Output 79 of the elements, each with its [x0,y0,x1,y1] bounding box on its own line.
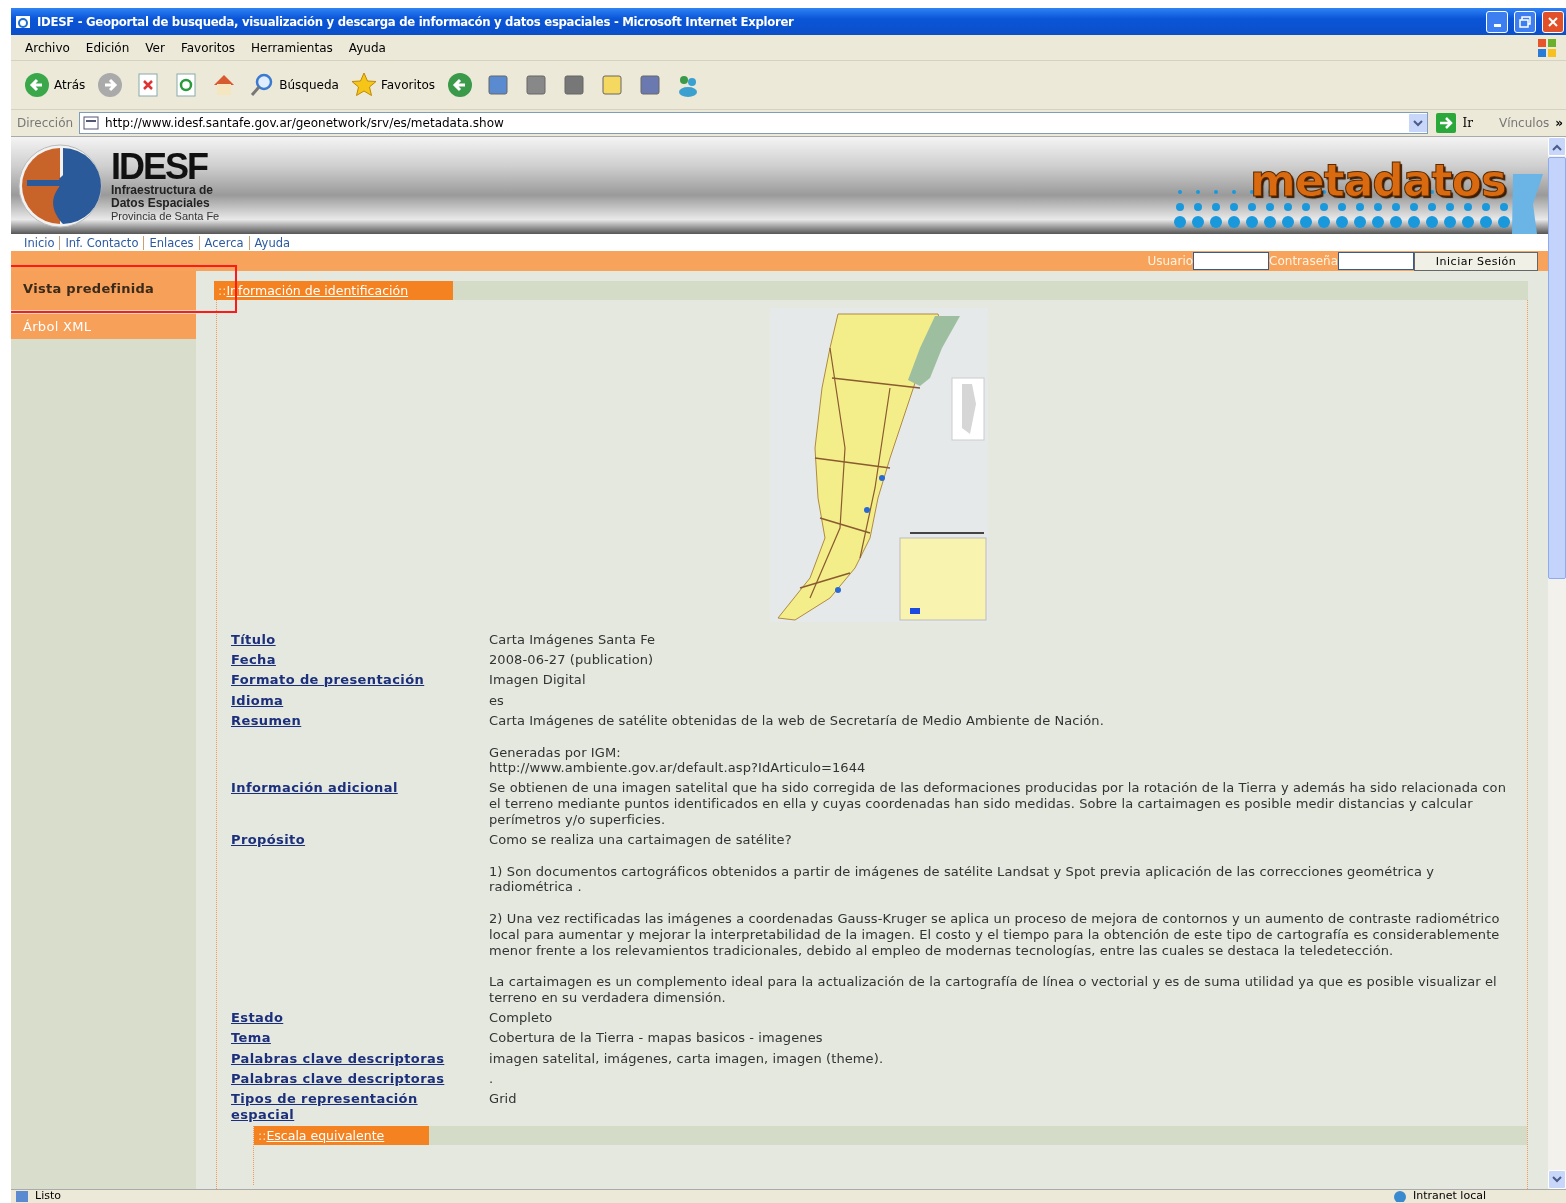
menu-item[interactable]: Ayuda [340,40,394,55]
user-label: Usuario [1147,254,1194,268]
field-value: Grid [489,1090,518,1107]
logo-subtitle: Infraestructura de [111,183,215,197]
dropdown-icon[interactable] [1409,114,1428,132]
globe-icon [1393,1190,1407,1202]
field-value: Cobertura de la Tierra - mapas basicos - imagenes [489,1030,824,1047]
field-label[interactable]: Palabras clave descriptoras [231,1050,445,1067]
field-value: Se obtienen de una imagen satelital que ha sido corregida de las deformaciones producidas por la rotación de la Tierra y además ha sido relacionada con el terreno mediante puntos identificados en ella y cuyas coordenadas han sido medidas. Sobre la cartaimagen es posible medir distancias y calcular perímetros y/o superficies. [489,780,1507,828]
more-chevron[interactable]: » [1555,116,1566,130]
address-field[interactable]: http://www.idesf.santafe.gov.ar/geonetwork/srv/es/metadata.show [79,112,1429,134]
menu-item[interactable]: Archivo [17,40,78,55]
browser-icon [15,13,31,30]
close-button[interactable] [1542,10,1564,33]
field-label[interactable]: Resumen [231,712,302,729]
nav-link[interactable]: Ayuda [248,235,296,250]
banner-title: metadatos [1249,155,1506,206]
toolbar-button[interactable]: Atrás [21,70,89,100]
logo-subtitle: Datos Espaciales [111,196,211,210]
field-value: Como se realiza una cartaimagen de satélite? [489,832,793,848]
nav-link[interactable]: Acerca [198,235,249,250]
page-icon [15,1190,29,1202]
field-label[interactable]: Tema [231,1030,271,1047]
field-label[interactable]: Información adicional [231,780,398,797]
sidebar-item[interactable]: Vista predefinida [11,271,196,310]
close-icon [1547,15,1559,28]
go-button[interactable]: Ir [1434,113,1493,133]
field-label[interactable]: Título [231,632,276,648]
field-value: Generadas por IGM: http://www.ambiente.gov.ar/default.asp?IdArticulo=1644 [489,744,867,776]
field-label[interactable]: Propósito [231,832,306,848]
field-value: Imagen Digital [489,672,587,689]
field-label[interactable]: Estado [231,1010,284,1026]
toolbar-button[interactable]: Favoritos [347,70,439,100]
password-field[interactable] [1338,252,1414,270]
globe-logo-icon [17,142,103,229]
field-label[interactable]: Fecha [231,652,276,668]
field-value: . [489,1070,495,1087]
nav-link[interactable]: Inf. Contacto [59,235,144,250]
field-value: es [489,692,505,709]
nav-link[interactable]: Inicio [19,235,60,250]
field-value: Carta Imágenes de satélite obtenidas de la web de Secretaría de Medio Ambiente de Nación. [489,712,1105,729]
links-label[interactable]: Vínculos [1498,116,1550,130]
menu-item[interactable]: Edición [77,40,138,55]
field-label[interactable]: Idioma [231,692,284,709]
minimize-icon [1493,24,1501,27]
menu-item[interactable]: Favoritos [172,40,244,55]
window-title: IDESF - Geoportal de busqueda, visualización y descarga de informacón y datos espaciales - Microsoft Internet Explorer [37,14,795,29]
field-value: Completo [489,1010,554,1026]
field-value: Carta Imágenes Santa Fe [489,632,657,648]
field-value: imagen satelital, imágenes, carta imagen, imagen (theme). [489,1050,885,1067]
field-label[interactable]: Palabras clave descriptoras [231,1070,445,1087]
toolbar-button[interactable]: Búsqueda [246,70,342,100]
field-value: 2008-06-27 (publication) [489,652,655,668]
star-icon [350,72,377,98]
password-label: Contraseña [1269,254,1338,268]
field-value: La cartaimagen es un complemento ideal para la actualización de la cartografía de línea o vectorial y es de suma utilidad ya que es posible visualizar el terreno en su verdadera dimensión. [489,974,1498,1006]
restore-icon [1519,15,1531,28]
zone-text: Intranet local [1413,1190,1486,1202]
menu-item[interactable]: Herramientas [243,40,341,55]
nav-link[interactable]: Enlaces [143,235,199,250]
menu-item[interactable]: Ver [137,40,173,55]
field-label[interactable]: Tipos de representación espacial [231,1090,477,1123]
status-text: Listo [35,1190,61,1202]
field-value: 2) Una vez rectificadas las imágenes a coordenadas Gauss-Kruger se aplica un proceso de mejora de contornos y un aumento de contraste radiométrico local para aumentar y mejorar la interpretabilidad de la imagen. El costo y el tiempo para la obtención de este tipo de cartografía es considerablemente menor frente a los relevamientos tradicionales, debido al empleo de modernas tecnologías, entre las cuales se destaca la teledetección. [489,911,1501,959]
logo-province: Provincia de Santa Fe [111,209,220,222]
field-label[interactable]: Formato de presentación [231,672,425,689]
user-field[interactable] [1193,252,1270,270]
site-logo-text: IDESF [111,149,208,184]
maximize-button[interactable] [1514,10,1536,33]
minimize-button[interactable] [1486,10,1508,33]
arrow-icon [1436,113,1457,133]
chevron-up-icon[interactable] [1552,142,1562,151]
field-value: 1) Son documentos cartográficos obtenidos a partir de imágenes de satélite Landsat y Spot previa aplicación de las correcciones geométrica y radiométrica . [489,863,1436,896]
scrollbar[interactable] [1548,137,1566,1189]
chevron-down-icon[interactable] [1552,1175,1562,1184]
windows-flag-icon [1536,36,1558,59]
login-button[interactable]: Iniciar Sesión [1414,251,1538,271]
page-icon [83,115,100,131]
address-label: Dirección [17,116,74,130]
